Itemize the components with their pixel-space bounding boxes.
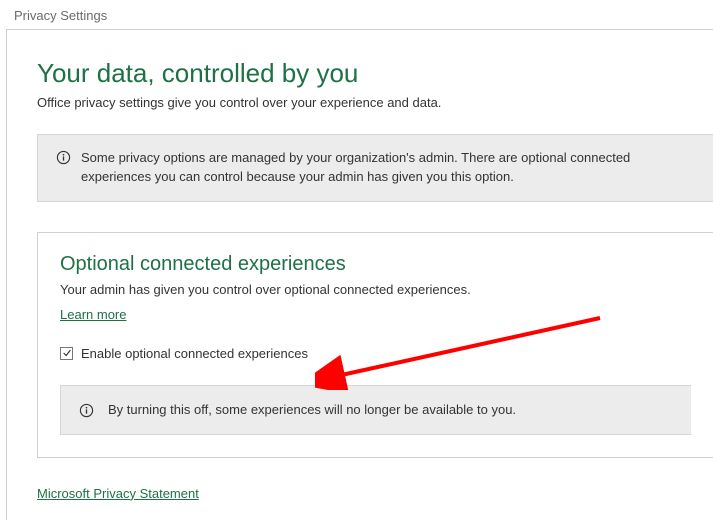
microsoft-privacy-statement-link[interactable]: Microsoft Privacy Statement: [37, 486, 199, 501]
optional-experiences-section: Optional connected experiences Your admi…: [37, 232, 713, 458]
info-icon: [79, 403, 94, 418]
content-area: Your data, controlled by you Office priv…: [6, 29, 713, 520]
enable-optional-checkbox-label: Enable optional connected experiences: [81, 346, 308, 361]
section-desc: Your admin has given you control over op…: [60, 282, 691, 297]
enable-optional-checkbox-row: Enable optional connected experiences: [60, 346, 691, 361]
page-subtitle: Office privacy settings give you control…: [37, 95, 713, 110]
inner-notice: By turning this off, some experiences wi…: [60, 385, 691, 435]
enable-optional-checkbox[interactable]: [60, 347, 73, 360]
page-title: Your data, controlled by you: [37, 58, 713, 89]
learn-more-link[interactable]: Learn more: [60, 307, 126, 322]
admin-notice-text: Some privacy options are managed by your…: [81, 149, 695, 187]
window-title: Privacy Settings: [0, 0, 713, 29]
section-title: Optional connected experiences: [60, 253, 691, 276]
inner-notice-text: By turning this off, some experiences wi…: [108, 402, 516, 417]
info-icon: [56, 150, 71, 165]
admin-notice: Some privacy options are managed by your…: [37, 134, 713, 202]
